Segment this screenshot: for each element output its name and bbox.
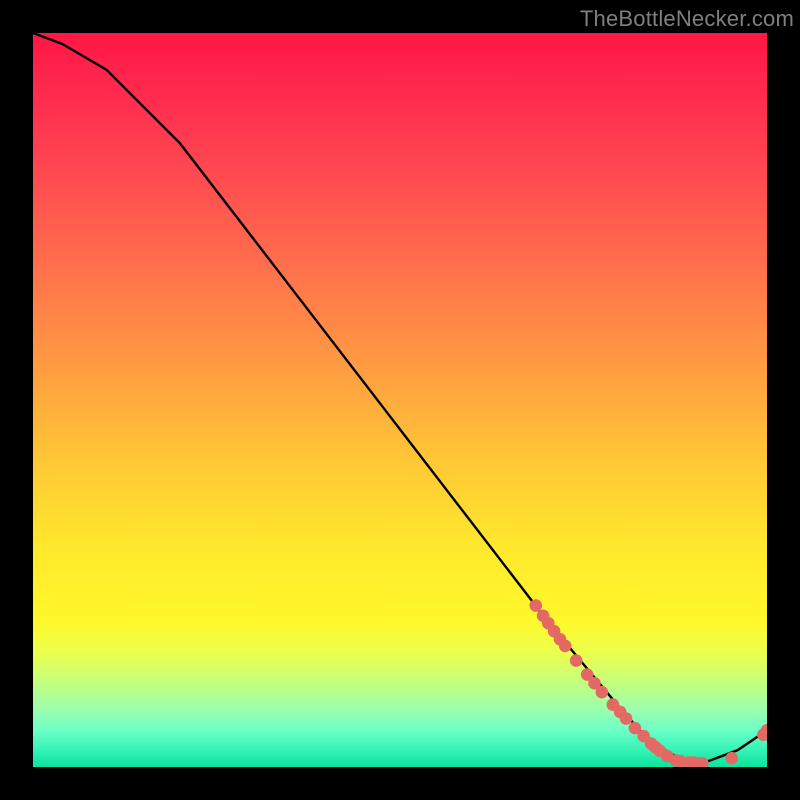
curve-line bbox=[33, 33, 767, 761]
scatter-points bbox=[529, 599, 767, 767]
watermark-text: TheBottleNecker.com bbox=[580, 6, 794, 32]
chart-container: TheBottleNecker.com bbox=[0, 0, 800, 800]
plot-area bbox=[33, 33, 767, 767]
chart-svg bbox=[33, 33, 767, 767]
